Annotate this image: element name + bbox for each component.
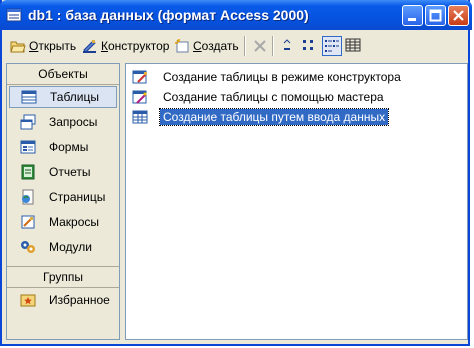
details-view-icon [345,38,361,52]
list-item-label: Создание таблицы в режиме конструктора [163,69,401,84]
new-object-icon [175,39,189,53]
list-item[interactable]: Создание таблицы с помощью мастера [132,87,387,106]
list-item[interactable]: Создание таблицы в режиме конструктора [132,67,404,86]
delete-button[interactable] [252,37,268,55]
toolbar-separator [244,36,246,56]
groups-group-header[interactable]: Группы [7,266,119,288]
close-button[interactable] [448,5,469,26]
open-icon [10,41,26,53]
maximize-button[interactable] [425,5,446,26]
sidebar-item-label: Таблицы [50,90,100,104]
sidebar-item-reports[interactable]: Отчеты [9,161,117,183]
object-list: Создание таблицы в режиме конструктора С… [125,63,468,340]
sidebar-item-label: Отчеты [49,165,91,179]
design-view-icon [83,40,96,53]
sidebar-item-label: Запросы [49,115,98,129]
large-icons-view-button[interactable] [278,36,298,56]
minimize-button[interactable] [402,5,423,26]
form-icon [19,138,37,156]
design-label: Конструктор [101,39,170,53]
groups-header-label: Группы [43,270,83,284]
sidebar-item-label: Страницы [49,190,106,204]
query-icon [19,113,37,131]
wizard-icon [132,89,148,105]
design-button[interactable]: Конструктор [82,37,169,55]
objects-header-label: Объекты [38,67,88,81]
large-icons-icon [283,39,291,50]
list-item-label: Создание таблицы путем ввода данных [158,107,390,126]
small-icons-icon [303,40,313,50]
maximize-icon [429,9,442,22]
database-window: db1 : база данных (формат Access 2000) О… [0,0,472,346]
module-icon [19,238,37,256]
datasheet-icon [132,109,148,125]
table-icon [20,88,38,106]
delete-icon [254,40,266,52]
database-icon [6,7,22,23]
sidebar-item-forms[interactable]: Формы [9,136,117,158]
list-view-button[interactable] [322,36,342,56]
sidebar-item-queries[interactable]: Запросы [9,111,117,133]
toolbar-separator [272,36,274,56]
small-icons-view-button[interactable] [300,36,320,56]
create-label: Создать [193,39,239,53]
macro-icon [19,213,37,231]
open-label: Открыть [29,39,77,53]
title-bar[interactable]: db1 : база данных (формат Access 2000) [0,0,472,30]
sidebar-item-tables[interactable]: Таблицы [9,86,117,108]
sidebar-item-label: Макросы [49,215,100,229]
minimize-icon [408,18,416,21]
sidebar-item-macros[interactable]: Макросы [9,211,117,233]
sidebar-item-label: Модули [49,240,92,254]
list-view-icon [325,40,339,52]
window-title: db1 : база данных (формат Access 2000) [28,7,309,23]
favorites-icon [19,291,37,309]
toolbar: Открыть Конструктор Создать [2,30,468,61]
list-item-label: Создание таблицы с помощью мастера [163,89,384,104]
list-item[interactable]: Создание таблицы путем ввода данных [132,107,390,126]
sidebar-item-label: Избранное [49,293,110,307]
objects-group-header[interactable]: Объекты [7,64,119,85]
page-icon [19,188,37,206]
sidebar-item-label: Формы [49,140,89,154]
create-button[interactable]: Создать [174,37,239,55]
close-icon [453,10,464,21]
open-button[interactable]: Открыть [10,37,76,55]
report-icon [19,163,37,181]
sidebar-item-pages[interactable]: Страницы [9,186,117,208]
design-table-icon [132,69,148,85]
details-view-button[interactable] [344,36,364,56]
objects-bar: Объекты Таблицы Запросы Формы Отчеты Стр… [6,63,120,340]
sidebar-item-modules[interactable]: Модули [9,236,117,258]
sidebar-item-favorites[interactable]: Избранное [9,289,117,311]
